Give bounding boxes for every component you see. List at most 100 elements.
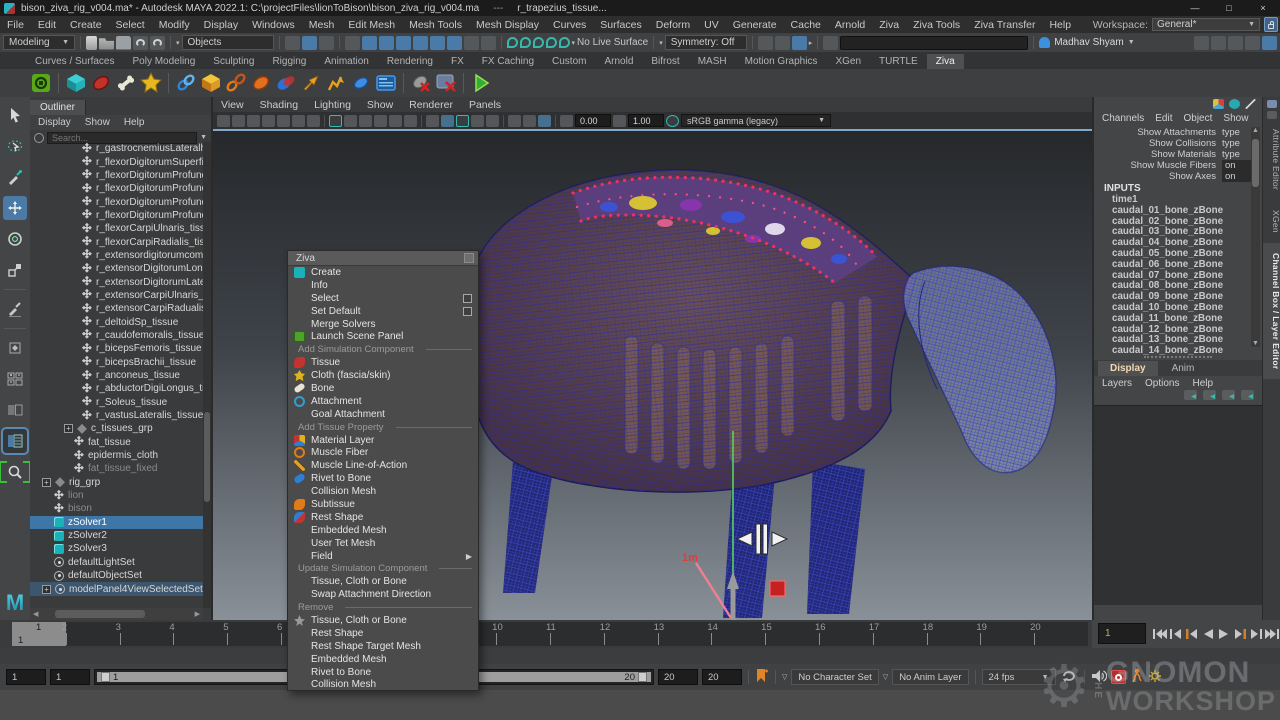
playback-end-field[interactable]: 20 [658, 669, 698, 685]
previous-key-button[interactable] [1168, 625, 1183, 643]
input-node-item[interactable]: caudal_03_bone_zBone [1094, 226, 1248, 237]
ziva-menu-item[interactable]: User Tet Mesh ▶ [288, 537, 478, 550]
sidebar-tab[interactable]: XGen [1263, 200, 1280, 243]
rest-shape-shelf-icon[interactable] [275, 72, 297, 94]
select-tool-icon[interactable] [3, 103, 27, 127]
channel-box-menu-item[interactable]: Object [1184, 113, 1213, 124]
lock-camera-icon[interactable] [232, 115, 245, 127]
outliner-item[interactable]: + fat_tissue_fixed [30, 462, 203, 475]
gamma-field[interactable]: 1.00 [628, 114, 664, 127]
snap-view-plane-icon[interactable] [413, 36, 428, 50]
textured-mode-icon[interactable] [359, 115, 372, 127]
panel-menu-item[interactable]: Panels [469, 99, 501, 111]
outliner-item[interactable]: + r_flexorDigitorumProfundus [30, 195, 203, 208]
outliner-item[interactable]: + r_caudofemoralis_tissue [30, 329, 203, 342]
rotate-tool-icon[interactable] [3, 227, 27, 251]
ziva-menu-item[interactable]: Embedded Mesh ▶ [288, 653, 478, 666]
subtissue-shelf-icon[interactable] [250, 72, 272, 94]
attachment-shelf-icon[interactable] [175, 72, 197, 94]
shelf-tab[interactable]: FX Caching [473, 54, 543, 69]
animation-preferences-icon[interactable] [1148, 669, 1162, 686]
outliner-item[interactable]: + zSolver3 [30, 542, 203, 555]
curve-snap-b-icon[interactable] [533, 37, 544, 48]
remove-panel-shelf-icon[interactable] [435, 72, 457, 94]
outliner-item[interactable]: + defaultLightSet [30, 556, 203, 569]
timeline-frame[interactable]: 16 [819, 622, 873, 646]
shelf-tab[interactable]: Animation [315, 54, 377, 69]
ziva-menu-item[interactable]: Tissue, Cloth or Bone ▶ [288, 614, 478, 627]
select-camera-icon[interactable] [217, 115, 230, 127]
input-node-item[interactable]: caudal_11_bone_zBone [1094, 313, 1248, 324]
wireframe-mode-icon[interactable] [329, 115, 342, 127]
outliner-horizontal-scrollbar[interactable]: ◀▶ [30, 608, 203, 620]
maximize-button[interactable]: □ [1212, 0, 1246, 16]
chevron-down-icon[interactable]: ▼ [200, 134, 207, 141]
filter-icon[interactable] [34, 133, 44, 143]
sketch-select-icon[interactable] [823, 36, 838, 50]
input-node-item[interactable]: caudal_09_bone_zBone [1094, 291, 1248, 302]
material-layer-shelf-icon[interactable] [200, 72, 222, 94]
bookmark-icon[interactable] [262, 115, 275, 127]
chevron-down-icon[interactable]: ▾ [659, 39, 663, 47]
menu-item[interactable]: File [0, 19, 31, 31]
menu-item[interactable]: Generate [726, 19, 784, 31]
cloth-shelf-icon[interactable] [140, 72, 162, 94]
menu-item[interactable]: Create [63, 19, 109, 31]
input-node-item[interactable]: caudal_02_bone_zBone [1094, 216, 1248, 227]
menu-item[interactable]: Windows [245, 19, 302, 31]
channel-box-menu-item[interactable]: Show [1223, 113, 1248, 124]
plugin-shapes-icon[interactable] [508, 115, 521, 127]
timeline-frame[interactable]: 20 [1034, 622, 1088, 646]
channel-attribute-row[interactable]: Show Axes on [1094, 171, 1262, 182]
line-of-action-shelf-icon[interactable] [300, 72, 322, 94]
input-node-item[interactable]: caudal_04_bone_zBone [1094, 237, 1248, 248]
camera-gate-icon[interactable] [538, 115, 551, 127]
fps-dropdown[interactable]: 24 fps▼ [982, 669, 1056, 685]
ziva-menu-item[interactable]: Muscle Line-of-Action ▶ [288, 459, 478, 472]
outliner-item[interactable]: + r_extensorDigitorumLongus [30, 262, 203, 275]
menu-item[interactable]: Ziva Tools [906, 19, 967, 31]
ziva-solver-shelf-icon[interactable] [30, 72, 52, 94]
outliner-menu-item[interactable]: Display [38, 117, 71, 128]
snap-point-icon[interactable] [379, 36, 394, 50]
account-menu[interactable]: Madhav Shyam ▼ [1039, 37, 1134, 48]
layout-outliner-persp-icon[interactable] [3, 429, 27, 453]
new-empty-layer-icon[interactable] [1222, 390, 1235, 400]
outliner-item[interactable]: + r_bicepsFemoris_tissue [30, 342, 203, 355]
panel-options-icon[interactable] [1267, 111, 1277, 119]
gamma-icon[interactable] [613, 115, 626, 127]
curve-snap-a-icon[interactable] [520, 37, 531, 48]
exposure-field[interactable]: 0.00 [575, 114, 611, 127]
timeline-frame[interactable]: 3 [120, 622, 174, 646]
expand-toggle-icon[interactable]: + [42, 585, 51, 594]
panel-drag-handle[interactable] [1144, 356, 1211, 358]
wireframe-on-shaded-icon[interactable] [456, 115, 469, 127]
tissue-shelf-icon[interactable] [90, 72, 112, 94]
channel-box-scrollbar[interactable]: ▲▼ [1251, 127, 1260, 347]
panel-menu-item[interactable]: Lighting [314, 99, 351, 111]
layer-list-empty[interactable] [1094, 405, 1262, 605]
ziva-menu-item[interactable]: Rivet to Bone ▶ [288, 472, 478, 485]
workspace-lock-icon[interactable] [1264, 17, 1278, 32]
anim-layer-dropdown[interactable]: No Anim Layer [892, 669, 968, 685]
screen-space-ao-icon[interactable] [404, 115, 417, 127]
select-component-icon[interactable] [319, 36, 334, 50]
play-forwards-button[interactable] [1216, 625, 1231, 643]
isolate-select-icon[interactable] [426, 115, 439, 127]
render-current-frame-icon[interactable] [775, 36, 790, 50]
select-object-icon[interactable] [302, 36, 317, 50]
next-key-button[interactable] [1248, 625, 1263, 643]
outliner-item[interactable]: + r_deltoidSp_tissue [30, 315, 203, 328]
layout-single-pane-icon[interactable] [3, 367, 27, 391]
input-node-item[interactable]: caudal_13_bone_zBone [1094, 334, 1248, 345]
option-box-icon[interactable] [463, 294, 472, 303]
menu-item[interactable]: Ziva Transfer [967, 19, 1042, 31]
animation-end-field[interactable]: 20 [702, 669, 742, 685]
time-slider[interactable]: 1 2 3 4 5 6 7 8 [0, 620, 1092, 648]
character-set-dropdown[interactable]: No Character Set [791, 669, 878, 685]
chevron-down-icon[interactable]: ▽ [883, 673, 888, 681]
ziva-menu-item[interactable]: Rivet to Bone ▶ [288, 666, 478, 679]
ziva-menu-item[interactable]: Attachment ▶ [288, 395, 478, 408]
outliner-item[interactable]: + r_bicepsBrachii_tissue [30, 356, 203, 369]
ziva-menu-item[interactable]: Bone ▶ [288, 382, 478, 395]
